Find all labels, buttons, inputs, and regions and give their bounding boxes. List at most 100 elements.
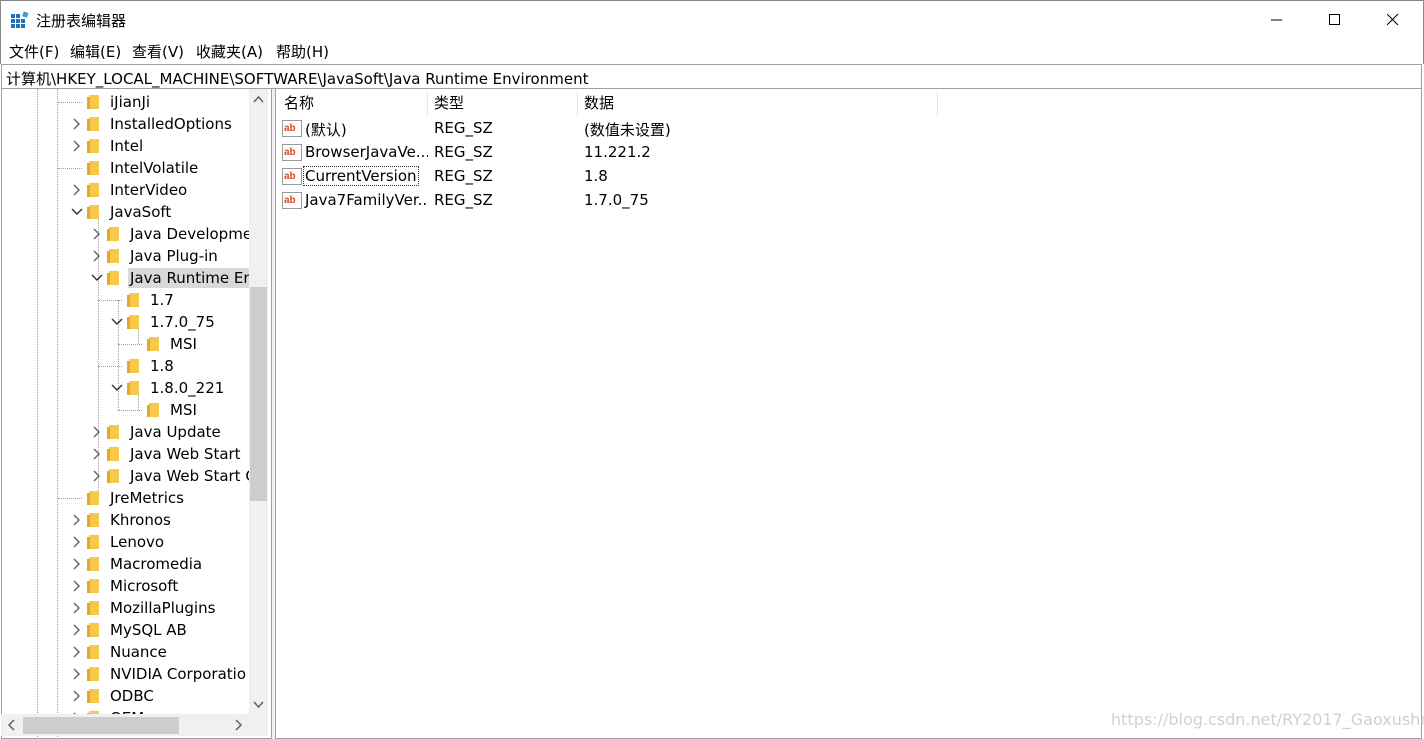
value-name[interactable]: CurrentVersion: [303, 166, 419, 186]
chevron-right-icon[interactable]: [70, 600, 84, 616]
tree-node[interactable]: JreMetrics: [70, 487, 271, 509]
tree-node[interactable]: Lenovo: [70, 531, 271, 553]
tree-node-label[interactable]: Lenovo: [108, 532, 166, 552]
scroll-up-icon[interactable]: [249, 91, 268, 109]
tree-node-label[interactable]: NVIDIA Corporatio: [108, 664, 248, 684]
tree-node-label[interactable]: MozillaPlugins: [108, 598, 217, 618]
chevron-right-icon[interactable]: [70, 138, 84, 154]
address-bar[interactable]: 计算机\HKEY_LOCAL_MACHINE\SOFTWARE\JavaSoft…: [1, 64, 1422, 89]
tree-node-label[interactable]: Java Update: [128, 422, 223, 442]
menu-file[interactable]: 文件(F): [9, 41, 59, 62]
menu-edit[interactable]: 编辑(E): [70, 41, 121, 62]
tree-node[interactable]: iJianJi: [70, 91, 271, 113]
menu-help[interactable]: 帮助(H): [276, 41, 329, 62]
chevron-down-icon[interactable]: [90, 270, 104, 286]
tree-node-label[interactable]: Java Developme: [128, 224, 254, 244]
tree-node[interactable]: Java Update: [90, 421, 271, 443]
tree-node[interactable]: Java Developme: [90, 223, 271, 245]
tree-node[interactable]: MozillaPlugins: [70, 597, 271, 619]
address-path[interactable]: 计算机\HKEY_LOCAL_MACHINE\SOFTWARE\JavaSoft…: [6, 68, 588, 89]
tree-node[interactable]: InstalledOptions: [70, 113, 271, 135]
tree-node[interactable]: Java Web Start C: [90, 465, 271, 487]
tree-node-label[interactable]: JavaSoft: [108, 202, 173, 222]
tree-node-label[interactable]: Java Web Start C: [128, 466, 258, 486]
close-button[interactable]: [1364, 1, 1422, 39]
maximize-button[interactable]: [1306, 1, 1364, 39]
tree-node[interactable]: Intel: [70, 135, 271, 157]
chevron-down-icon[interactable]: [110, 380, 124, 396]
tree-node[interactable]: 1.7: [110, 289, 271, 311]
tree-node[interactable]: InterVideo: [70, 179, 271, 201]
chevron-down-icon[interactable]: [70, 204, 84, 220]
tree-node-label[interactable]: MSI: [168, 334, 199, 354]
tree-node[interactable]: 1.8: [110, 355, 271, 377]
column-header-type[interactable]: 类型: [426, 92, 576, 116]
menu-view[interactable]: 查看(V): [132, 41, 184, 62]
column-header-data[interactable]: 数据: [576, 92, 936, 116]
tree-node-label[interactable]: 1.7.0_75: [148, 312, 217, 332]
scroll-right-icon[interactable]: [229, 714, 247, 736]
tree-node-label[interactable]: Intel: [108, 136, 145, 156]
chevron-right-icon[interactable]: [70, 512, 84, 528]
tree-node-label[interactable]: iJianJi: [108, 92, 152, 112]
tree-node[interactable]: ODBC: [70, 685, 271, 707]
chevron-right-icon[interactable]: [90, 424, 104, 440]
column-divider[interactable]: [937, 92, 938, 116]
tree-node-label[interactable]: Microsoft: [108, 576, 180, 596]
tree-node-label[interactable]: Java Web Start: [128, 444, 243, 464]
tree-node[interactable]: 1.8.0_221: [110, 377, 271, 399]
chevron-right-icon[interactable]: [70, 644, 84, 660]
value-name[interactable]: (默认): [303, 118, 428, 141]
tree-node[interactable]: Microsoft: [70, 575, 271, 597]
chevron-right-icon[interactable]: [70, 182, 84, 198]
tree-node[interactable]: Java Plug-in: [90, 245, 271, 267]
value-row[interactable]: ab BrowserJavaVe... REG_SZ 11.221.2: [276, 141, 1176, 165]
chevron-right-icon[interactable]: [90, 248, 104, 264]
chevron-right-icon[interactable]: [90, 226, 104, 242]
tree-node-label[interactable]: Java Plug-in: [128, 246, 220, 266]
tree-horizontal-scroll-thumb[interactable]: [23, 717, 179, 734]
chevron-right-icon[interactable]: [70, 688, 84, 704]
tree-node[interactable]: MySQL AB: [70, 619, 271, 641]
chevron-right-icon[interactable]: [70, 578, 84, 594]
chevron-down-icon[interactable]: [110, 314, 124, 330]
tree-node[interactable]: 1.7.0_75: [110, 311, 271, 333]
tree-node[interactable]: Khronos: [70, 509, 271, 531]
column-header-name[interactable]: 名称: [276, 92, 426, 116]
tree-node-label[interactable]: 1.8.0_221: [148, 378, 226, 398]
tree-vertical-scrollbar[interactable]: [249, 89, 268, 716]
tree-node-label[interactable]: 1.8: [148, 356, 176, 376]
value-row[interactable]: ab (默认) REG_SZ (数值未设置): [276, 117, 1176, 141]
value-name[interactable]: BrowserJavaVe...: [303, 142, 428, 162]
tree-node-label[interactable]: Nuance: [108, 642, 169, 662]
tree-node[interactable]: Macromedia: [70, 553, 271, 575]
scroll-down-icon[interactable]: [249, 696, 268, 714]
tree-node[interactable]: JavaSoft: [70, 201, 271, 223]
menu-favorites[interactable]: 收藏夹(A): [196, 41, 263, 62]
chevron-right-icon[interactable]: [70, 556, 84, 572]
tree-node-label[interactable]: Macromedia: [108, 554, 204, 574]
tree-node-label[interactable]: IntelVolatile: [108, 158, 200, 178]
tree-node-label[interactable]: Khronos: [108, 510, 173, 530]
tree-vertical-scroll-thumb[interactable]: [250, 287, 267, 501]
value-row[interactable]: ab Java7FamilyVer... REG_SZ 1.7.0_75: [276, 189, 1176, 213]
tree-node-label[interactable]: JreMetrics: [108, 488, 186, 508]
tree-node[interactable]: Nuance: [70, 641, 271, 663]
chevron-right-icon[interactable]: [70, 666, 84, 682]
chevron-right-icon[interactable]: [70, 116, 84, 132]
chevron-right-icon[interactable]: [90, 468, 104, 484]
chevron-right-icon[interactable]: [90, 446, 104, 462]
tree-node-label[interactable]: MySQL AB: [108, 620, 189, 640]
tree-node[interactable]: Java Runtime En: [90, 267, 271, 289]
tree-node-label[interactable]: Java Runtime En: [128, 268, 255, 288]
tree-node-label[interactable]: MSI: [168, 400, 199, 420]
tree-horizontal-scrollbar[interactable]: [1, 714, 249, 736]
chevron-right-icon[interactable]: [70, 534, 84, 550]
tree-node-label[interactable]: 1.7: [148, 290, 176, 310]
minimize-button[interactable]: [1248, 1, 1306, 39]
chevron-right-icon[interactable]: [70, 622, 84, 638]
value-name[interactable]: Java7FamilyVer...: [303, 190, 428, 210]
tree-node[interactable]: IntelVolatile: [70, 157, 271, 179]
tree-node-label[interactable]: InstalledOptions: [108, 114, 234, 134]
tree-node-label[interactable]: ODBC: [108, 686, 156, 706]
